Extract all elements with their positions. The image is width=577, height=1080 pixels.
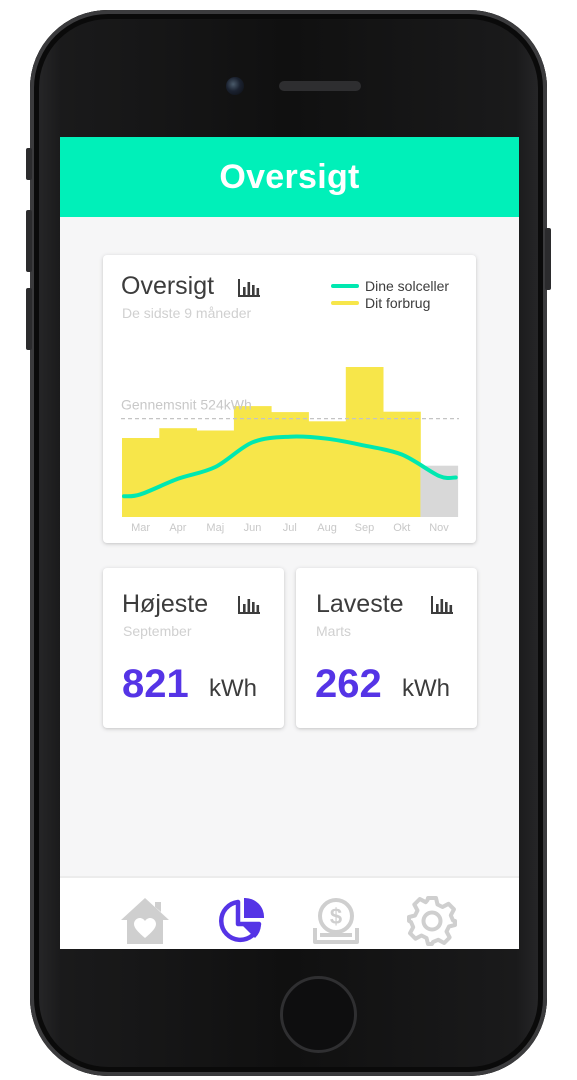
bottom-tab-bar: $ bbox=[60, 876, 519, 949]
x-tick-label: Apr bbox=[169, 522, 186, 534]
bar-chart-icon[interactable] bbox=[237, 596, 261, 614]
pie-chart-icon[interactable] bbox=[214, 894, 268, 948]
page-title: Oversigt bbox=[219, 157, 360, 196]
highest-card[interactable]: Højeste September 821 kWh bbox=[103, 568, 284, 728]
x-tick-label: Maj bbox=[206, 522, 224, 534]
chart-bar bbox=[159, 428, 197, 517]
x-tick-label: Okt bbox=[393, 522, 410, 534]
gear-icon[interactable] bbox=[405, 894, 459, 948]
lowest-unit: kWh bbox=[402, 675, 450, 702]
highest-month: September bbox=[123, 623, 192, 639]
volume-down-button bbox=[26, 288, 32, 350]
money-icon[interactable]: $ bbox=[309, 894, 363, 948]
highest-value: 821 bbox=[122, 662, 189, 706]
x-axis-ticks: Mar Apr Maj Jun Jul Aug Sep Okt Nov bbox=[131, 522, 449, 534]
average-label: Gennemsnit 524kWh bbox=[121, 397, 252, 413]
earpiece-speaker bbox=[279, 81, 361, 91]
overview-card[interactable]: Oversigt De sidste 9 måneder Dine solcel… bbox=[103, 255, 476, 543]
home-button[interactable] bbox=[280, 976, 357, 1053]
lowest-month: Marts bbox=[316, 623, 351, 639]
chart-bar bbox=[383, 411, 421, 517]
front-camera bbox=[226, 77, 244, 95]
volume-up-button bbox=[26, 210, 32, 272]
bar-chart-icon[interactable] bbox=[430, 596, 454, 614]
x-tick-label: Nov bbox=[429, 522, 449, 534]
x-tick-label: Mar bbox=[131, 522, 150, 534]
lowest-card[interactable]: Laveste Marts 262 kWh bbox=[296, 568, 477, 728]
highest-unit: kWh bbox=[209, 675, 257, 702]
power-button bbox=[545, 228, 551, 290]
app-screen: Oversigt Oversigt De sidste 9 måneder Di… bbox=[60, 137, 519, 949]
consumption-chart: Gennemsnit 524kWh Mar Apr Maj Jun Jul Aug Sep O… bbox=[121, 367, 459, 534]
highest-title: Højeste bbox=[122, 590, 209, 618]
chart-bar bbox=[122, 438, 160, 517]
app-header: Oversigt bbox=[60, 137, 519, 217]
chart-bar bbox=[420, 465, 459, 517]
x-tick-label: Jun bbox=[244, 522, 262, 534]
svg-text:$: $ bbox=[330, 904, 342, 929]
chart-bar bbox=[233, 406, 272, 517]
x-tick-label: Sep bbox=[355, 522, 375, 534]
lowest-value: 262 bbox=[315, 662, 382, 706]
x-tick-label: Jul bbox=[283, 522, 297, 534]
chart-bars bbox=[122, 367, 459, 517]
x-tick-label: Aug bbox=[317, 522, 337, 534]
lowest-title: Laveste bbox=[316, 590, 404, 618]
chart-bar bbox=[271, 412, 309, 517]
mute-switch bbox=[26, 148, 32, 180]
home-heart-icon[interactable] bbox=[118, 894, 172, 948]
